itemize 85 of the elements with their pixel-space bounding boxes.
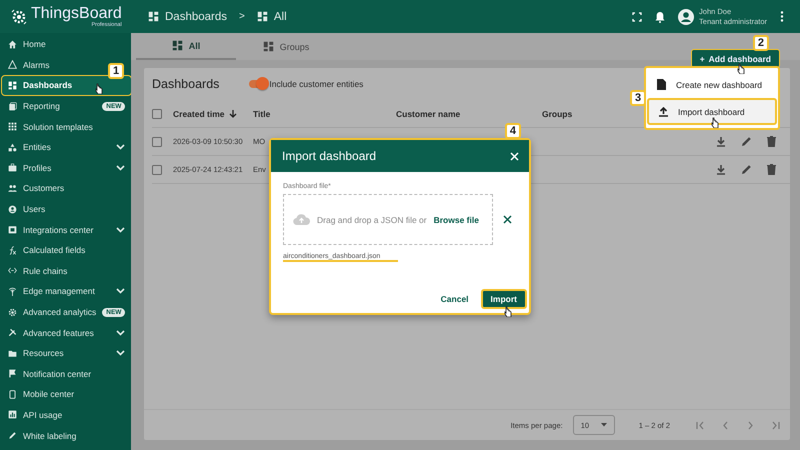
chart-icon	[8, 410, 17, 420]
house-icon	[8, 40, 17, 49]
menu-item[interactable]: Create new dashboard	[647, 71, 777, 98]
shapes-icon	[8, 142, 17, 152]
sidebar-item[interactable]: Home	[0, 34, 54, 55]
sidebar-item[interactable]: Users	[0, 198, 54, 220]
sidebar-item[interactable]: Advanced features	[0, 322, 134, 343]
sidebar-item[interactable]: Integrations center	[0, 219, 134, 240]
logo-icon	[10, 8, 28, 26]
sidebar-item[interactable]: Entities	[0, 136, 134, 158]
people-icon	[8, 184, 17, 193]
upload-icon	[659, 106, 668, 116]
close-icon[interactable]	[510, 152, 519, 160]
document-icon	[657, 79, 666, 90]
checkbox[interactable]	[152, 164, 162, 174]
column-header[interactable]: Created time	[173, 100, 253, 128]
toggle-switch[interactable]	[249, 80, 268, 88]
avatar-icon[interactable]	[678, 8, 694, 24]
antenna-icon	[8, 286, 17, 296]
document-icon	[8, 102, 17, 111]
grid-icon	[256, 11, 268, 22]
code-icon	[8, 266, 17, 276]
sidebar-item[interactable]: Rule chains	[0, 260, 76, 282]
briefcase-icon	[8, 163, 17, 172]
sidebar-item[interactable]: Alarms	[0, 54, 58, 76]
box-icon	[8, 225, 17, 234]
browse-file-link[interactable]: Browse file	[434, 214, 479, 224]
phone-icon	[8, 390, 17, 399]
warning-icon	[8, 60, 17, 70]
toggle-label: Include customer entities	[269, 79, 364, 89]
step-callout: 1	[108, 63, 124, 79]
logo-text: ThingsBoard	[31, 5, 122, 22]
sidebar-item[interactable]: Calculated fields	[0, 240, 94, 261]
sidebar-item[interactable]: Mobile center	[0, 384, 82, 405]
more-vert-icon[interactable]	[780, 11, 784, 22]
step-callout: 4	[504, 123, 521, 139]
clear-icon[interactable]	[503, 215, 512, 224]
grid-icon	[262, 41, 274, 52]
dots-grid-icon	[8, 122, 17, 132]
download-icon[interactable]	[716, 164, 726, 175]
sidebar-item[interactable]: API usage	[0, 404, 70, 426]
dropdown-arrow-icon	[600, 423, 607, 427]
sidebar-item[interactable]: Resources	[0, 342, 134, 364]
step-callout: 3	[630, 90, 646, 106]
breadcrumb-separator: >	[239, 11, 245, 22]
grid-icon	[172, 40, 183, 51]
pen-icon[interactable]	[741, 164, 752, 175]
tab[interactable]: Groups	[236, 33, 336, 60]
sidebar-item[interactable]: Notification center	[0, 364, 100, 384]
pen-icon[interactable]	[741, 136, 752, 147]
sidebar-item[interactable]: Edge management	[0, 281, 134, 302]
breadcrumb-item[interactable]: All	[274, 10, 287, 22]
gear-icon	[8, 308, 17, 317]
sidebar-item[interactable]: Customers	[0, 178, 72, 199]
bell-icon[interactable]	[655, 10, 666, 22]
sidebar-item[interactable]: Profiles	[0, 158, 134, 178]
download-icon[interactable]	[716, 136, 726, 147]
import-button[interactable]: Import	[480, 289, 527, 309]
tab[interactable]: All	[136, 33, 236, 60]
flag-icon	[8, 369, 17, 378]
file-drop-zone[interactable]: Drag and drop a JSON file or Browse file	[283, 194, 493, 245]
checkbox[interactable]	[152, 136, 162, 146]
pointer-cursor-icon	[95, 83, 103, 94]
folder-icon	[8, 348, 17, 358]
person-circle-icon	[8, 204, 17, 214]
column-header[interactable]: Groups	[542, 100, 602, 128]
column-header[interactable]: Title	[253, 100, 396, 128]
sidebar-item[interactable]: White labeling	[0, 425, 84, 446]
grid-icon	[148, 11, 159, 22]
fullscreen-icon[interactable]	[632, 12, 642, 22]
cloud-upload-icon	[293, 214, 310, 225]
step-callout: 2	[752, 35, 769, 51]
menu-item[interactable]: Import dashboard	[647, 98, 777, 125]
cancel-button[interactable]: Cancel	[436, 289, 473, 309]
formula-icon	[8, 246, 17, 255]
trash-icon[interactable]	[767, 164, 776, 175]
grid-icon	[8, 80, 17, 90]
breadcrumb-item[interactable]: Dashboards	[165, 10, 228, 22]
pen-icon	[8, 431, 17, 440]
drop-hint: Drag and drop a JSON file or	[317, 214, 427, 224]
trash-icon[interactable]	[767, 136, 776, 147]
sidebar-item[interactable]: Dashboards	[1, 75, 132, 96]
sidebar-item[interactable]: Solution templates	[0, 116, 101, 137]
card-title: Dashboards	[152, 77, 220, 91]
checkbox[interactable]	[152, 108, 162, 118]
